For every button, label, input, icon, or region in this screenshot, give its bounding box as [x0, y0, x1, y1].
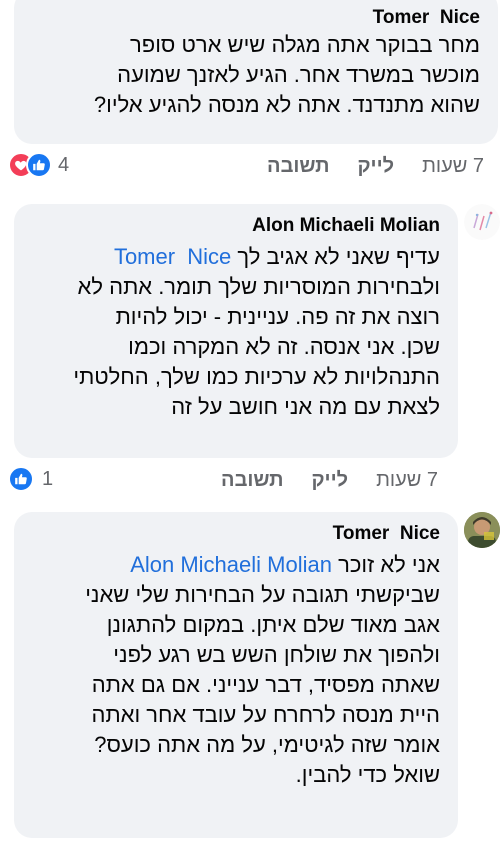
comment-line: מוכשר במשרד אחר. הגיע לאזנך שמועה: [117, 62, 480, 87]
reply-button[interactable]: תשובה: [221, 469, 283, 492]
reaction-summary[interactable]: 1: [8, 466, 53, 492]
like-button[interactable]: לייק: [311, 469, 348, 492]
avatar[interactable]: [464, 204, 500, 240]
comment-line: שביקשתי תגובה על הבחירות שלי שאני: [85, 582, 440, 607]
comment-line: שכן. אני אנסה. זה לא המקרה וכמו: [128, 334, 440, 359]
comment-line: לצאת עם מה אני חושב על זה: [171, 394, 440, 419]
comment-text: עדיף שאני לא אגיב לך: [237, 244, 440, 269]
comment-author[interactable]: Tomer Nice: [32, 6, 480, 30]
comment-bubble: Alon Michaeli Molian עדיף שאני לא אגיב ל…: [14, 204, 458, 458]
comment-line: ולבחירות המוסריות שלך תומר. אתה לא: [77, 274, 440, 299]
comment-line: אומר שזה לגיטימי, על מה אתה כועס?: [94, 732, 440, 757]
comment-actions: 7 שעות לייק תשובה: [193, 466, 438, 494]
comment-actions: 7 שעות לייק תשובה: [239, 152, 484, 180]
like-icon: [8, 466, 34, 492]
mention-link[interactable]: Tomer Nice: [114, 244, 231, 269]
comment-author[interactable]: Tomer Nice: [32, 522, 440, 546]
reaction-summary[interactable]: 4: [8, 152, 69, 178]
reaction-count: 1: [42, 467, 54, 490]
comment-line: ולהפוך את שולחן השש בש רגע לפני: [113, 642, 440, 667]
like-icon: [26, 152, 52, 178]
comment-line: שאתה מפסיד, דבר ענייני. אם גם אתה: [91, 672, 440, 697]
avatar[interactable]: [464, 512, 500, 548]
comment-author[interactable]: Alon Michaeli Molian: [32, 214, 440, 238]
comment-bubble: Tomer Nice מחר בבוקר אתה מגלה שיש ארט סו…: [14, 0, 498, 144]
comment-line: אני לא זוכר Alon Michaeli Molian: [32, 550, 440, 580]
comment-line: שואל כדי להבין.: [295, 762, 440, 787]
comment-text: אני לא זוכר: [338, 552, 440, 577]
comment-line: התנהלויות לא ערכיות כמו שלך, החלטתי: [73, 364, 440, 389]
reply-button[interactable]: תשובה: [267, 155, 329, 178]
comment-line: עדיף שאני לא אגיב לך Tomer Nice: [32, 242, 440, 272]
comment-line: היית מנסה לרחרח על עובד אחר ואתה: [91, 702, 441, 727]
reaction-count: 4: [58, 153, 70, 176]
comment-line: אגב מאוד שלם איתן. במקום להתגונן: [106, 612, 440, 637]
mention-link[interactable]: Alon Michaeli Molian: [130, 552, 332, 577]
comment-line: רוצה את זה פה. עניינית - יכול להיות: [115, 304, 440, 329]
comment-time[interactable]: 7 שעות: [376, 469, 438, 492]
comment-time[interactable]: 7 שעות: [422, 155, 484, 178]
comment-bubble: Tomer Nice אני לא זוכר Alon Michaeli Mol…: [14, 512, 458, 838]
like-button[interactable]: לייק: [357, 155, 394, 178]
comment-line: מחר בבוקר אתה מגלה שיש ארט סופר: [130, 32, 480, 57]
comment-line: שהוא מתנדנד. אתה לא מנסה להגיע אליו?: [93, 92, 480, 117]
